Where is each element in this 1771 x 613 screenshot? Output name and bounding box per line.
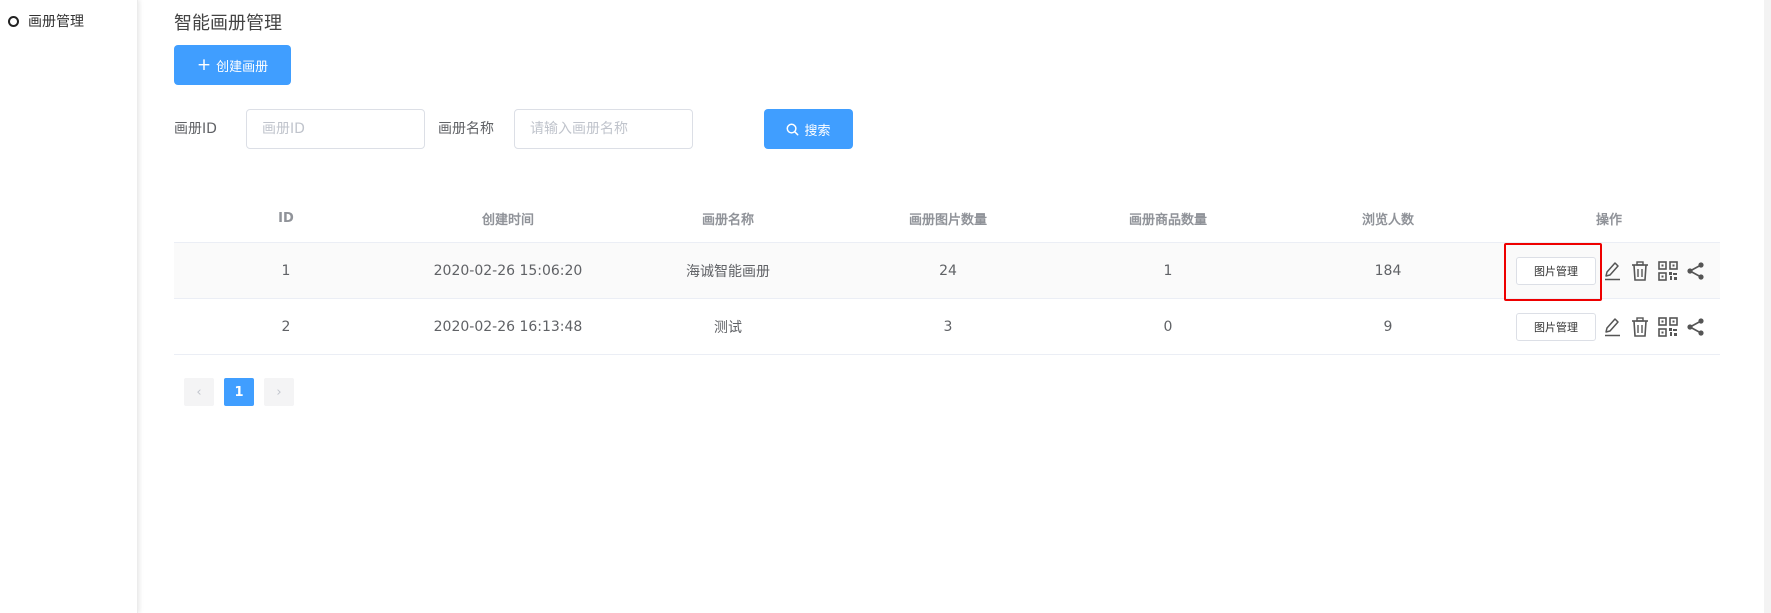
table-row[interactable]: 1 2020-02-26 15:06:20 海诚智能画册 24 1 184 图片… [174,243,1720,301]
cell-goods-count: 1 [1163,262,1173,279]
cell-image-count: 24 [939,262,957,279]
page-number-current[interactable]: 1 [224,378,254,406]
qrcode-icon[interactable] [1656,259,1680,283]
cell-id: 2 [281,318,291,335]
image-management-button[interactable]: 图片管理 [1516,312,1596,341]
create-album-label: 创建画册 [216,59,269,75]
album-name-input[interactable] [514,109,693,149]
column-header-album-name[interactable]: 画册名称 [618,195,838,242]
cell-view-count: 9 [1383,318,1393,335]
edit-icon[interactable] [1600,315,1624,339]
cell-actions: 图片管理 [1498,243,1720,301]
cell-actions: 图片管理 [1498,299,1720,354]
cell-album-name: 海诚智能画册 [686,263,770,280]
sidebar: 画册管理 [0,0,138,613]
album-id-label: 画册ID [174,121,217,137]
column-header-image-count[interactable]: 画册图片数量 [838,195,1058,242]
column-header-goods-count[interactable]: 画册商品数量 [1058,195,1278,242]
next-page-button[interactable]: › [264,378,294,406]
column-header-id[interactable]: ID [174,195,398,242]
cell-image-count: 3 [943,318,953,335]
delete-icon[interactable] [1628,315,1652,339]
delete-icon[interactable] [1628,259,1652,283]
cell-album-name: 测试 [714,319,742,336]
table-header: ID 创建时间 画册名称 画册图片数量 画册商品数量 浏览人数 操作 [174,195,1720,243]
main-content: 智能画册管理 + 创建画册 画册ID 画册名称 搜索 ID 创建时间 画册名称 … [174,0,1720,613]
search-button[interactable]: 搜索 [764,109,853,149]
table-row[interactable]: 2 2020-02-26 16:13:48 测试 3 0 9 图片管理 [174,299,1720,355]
cell-created-time: 2020-02-26 15:06:20 [433,262,583,279]
filter-bar: 画册ID 画册名称 搜索 [174,109,974,149]
album-id-input[interactable] [246,109,425,149]
pagination: ‹ 1 › [184,378,294,406]
column-header-view-count[interactable]: 浏览人数 [1278,195,1498,242]
page-title: 智能画册管理 [174,13,282,34]
cell-id: 1 [281,262,291,279]
share-icon[interactable] [1684,259,1708,283]
circle-icon [8,15,19,27]
sidebar-item-album-management[interactable]: 画册管理 [8,11,84,31]
share-icon[interactable] [1684,315,1708,339]
cell-goods-count: 0 [1163,318,1173,335]
column-header-actions: 操作 [1595,213,1622,228]
album-table: ID 创建时间 画册名称 画册图片数量 画册商品数量 浏览人数 操作 1 202… [174,195,1720,355]
edit-icon[interactable] [1600,259,1624,283]
prev-page-button[interactable]: ‹ [184,378,214,406]
search-label: 搜索 [804,123,831,139]
cell-view-count: 184 [1374,262,1402,279]
scrollbar[interactable] [1764,0,1771,613]
sidebar-item-label: 画册管理 [28,14,84,30]
qrcode-icon[interactable] [1656,315,1680,339]
plus-icon: + [196,54,212,75]
search-icon [787,123,799,135]
album-name-label: 画册名称 [438,121,494,137]
column-header-created-time[interactable]: 创建时间 [398,195,618,242]
create-album-button[interactable]: + 创建画册 [174,45,291,85]
image-management-button[interactable]: 图片管理 [1516,256,1596,285]
cell-created-time: 2020-02-26 16:13:48 [433,318,583,335]
